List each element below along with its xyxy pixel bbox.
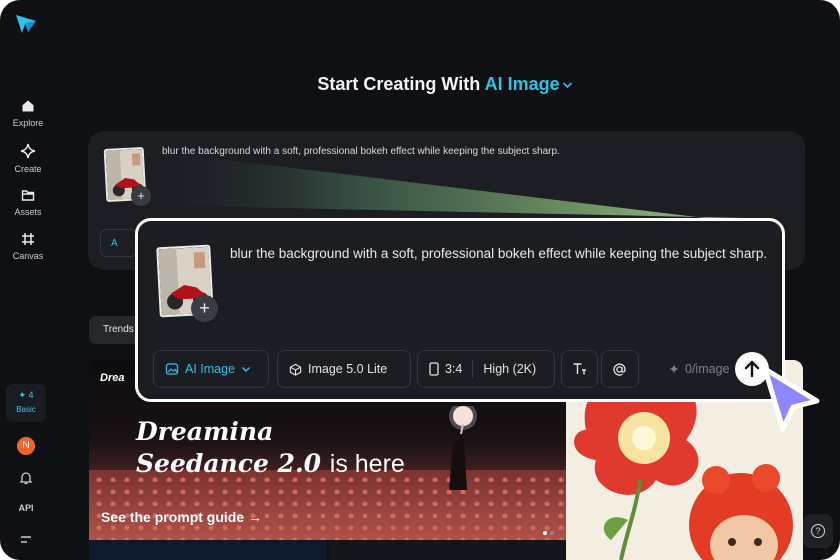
mode-chip-label: A bbox=[111, 238, 118, 249]
text-icon bbox=[573, 363, 586, 375]
divider bbox=[472, 360, 474, 378]
carousel-dot[interactable] bbox=[543, 531, 547, 535]
figure-illustration bbox=[449, 406, 477, 490]
sidebar-item-canvas[interactable]: Canvas bbox=[0, 232, 56, 261]
chevron-down-icon bbox=[242, 366, 251, 372]
gallery-card[interactable] bbox=[89, 540, 327, 560]
sidebar-item-explore[interactable]: Explore bbox=[0, 99, 56, 128]
avatar[interactable]: N bbox=[17, 437, 35, 455]
model-select[interactable]: Image 5.0 Lite bbox=[277, 350, 411, 388]
folder-icon bbox=[21, 190, 35, 201]
ratio-quality-select[interactable]: 3:4 High (2K) bbox=[417, 350, 555, 388]
mode-label: AI Image bbox=[484, 74, 560, 94]
at-sign-icon bbox=[613, 363, 626, 376]
sidebar-item-create[interactable]: Create bbox=[0, 143, 56, 174]
model-select-label: Image 5.0 Lite bbox=[308, 362, 388, 376]
mention-button[interactable] bbox=[601, 350, 639, 388]
cost-indicator: 0/image bbox=[669, 350, 729, 388]
banner-brand: Drea bbox=[100, 372, 125, 384]
tab-label: Trends bbox=[103, 324, 134, 335]
carousel-dot[interactable] bbox=[550, 531, 554, 535]
carousel-dots[interactable] bbox=[540, 522, 554, 540]
sparkle-icon bbox=[20, 143, 36, 159]
home-icon bbox=[22, 100, 34, 112]
menu-icon[interactable] bbox=[18, 534, 34, 546]
credits-count: ✦ 4 bbox=[18, 390, 34, 400]
chevron-down-icon bbox=[562, 82, 572, 89]
mode-select[interactable]: AI Image bbox=[153, 350, 269, 388]
flower-field bbox=[89, 470, 566, 540]
banner-title-line2: Seedance 2.0 bbox=[136, 449, 322, 478]
cost-label: 0/image bbox=[685, 362, 730, 376]
cursor-pointer-icon bbox=[762, 366, 820, 432]
banner-title-suffix: is here bbox=[329, 450, 405, 478]
sidebar-item-label: Create bbox=[14, 164, 42, 174]
ratio-label: 3:4 bbox=[445, 362, 463, 376]
sidebar-item-label: Explore bbox=[12, 118, 44, 128]
credit-sparkle-icon bbox=[669, 364, 679, 374]
help-button[interactable]: ? bbox=[803, 514, 833, 548]
help-icon: ? bbox=[811, 524, 825, 538]
title-prefix: Start Creating With bbox=[317, 74, 481, 94]
aspect-ratio-icon bbox=[429, 362, 439, 376]
sidebar-item-label: Assets bbox=[14, 207, 42, 217]
sidebar-item-label: Canvas bbox=[12, 251, 44, 261]
bell-icon[interactable] bbox=[18, 470, 34, 486]
prompt-callout: + blur the background with a soft, profe… bbox=[135, 218, 785, 402]
add-image-button[interactable]: + bbox=[191, 295, 218, 322]
image-icon bbox=[165, 363, 179, 375]
prompt-guide-link[interactable]: See the prompt guide → bbox=[101, 509, 262, 525]
canvas-icon bbox=[22, 233, 34, 245]
cube-icon bbox=[289, 363, 302, 376]
logo-icon[interactable] bbox=[14, 12, 38, 36]
mode-chip[interactable]: A bbox=[100, 229, 138, 257]
banner-title-line1: Dreamina bbox=[136, 417, 274, 446]
api-link[interactable]: API bbox=[0, 503, 52, 513]
text-style-button[interactable] bbox=[561, 350, 598, 388]
banner-title: Dreamina Seedance 2.0 is here bbox=[136, 416, 405, 480]
gallery-card[interactable] bbox=[329, 540, 566, 560]
plan-label: Basic bbox=[16, 405, 36, 414]
prompt-input[interactable]: blur the background with a soft, profess… bbox=[230, 241, 775, 266]
sidebar-item-assets[interactable]: Assets bbox=[0, 188, 56, 217]
app-window: Explore Create Assets Canvas ✦ 4 Basic N bbox=[0, 0, 840, 560]
mode-dropdown[interactable]: AI Image bbox=[485, 74, 573, 94]
quality-label: High (2K) bbox=[483, 362, 537, 376]
mode-select-label: AI Image bbox=[185, 362, 236, 376]
page-title: Start Creating With AI Image bbox=[0, 74, 840, 95]
credits-badge[interactable]: ✦ 4 Basic bbox=[6, 384, 46, 422]
